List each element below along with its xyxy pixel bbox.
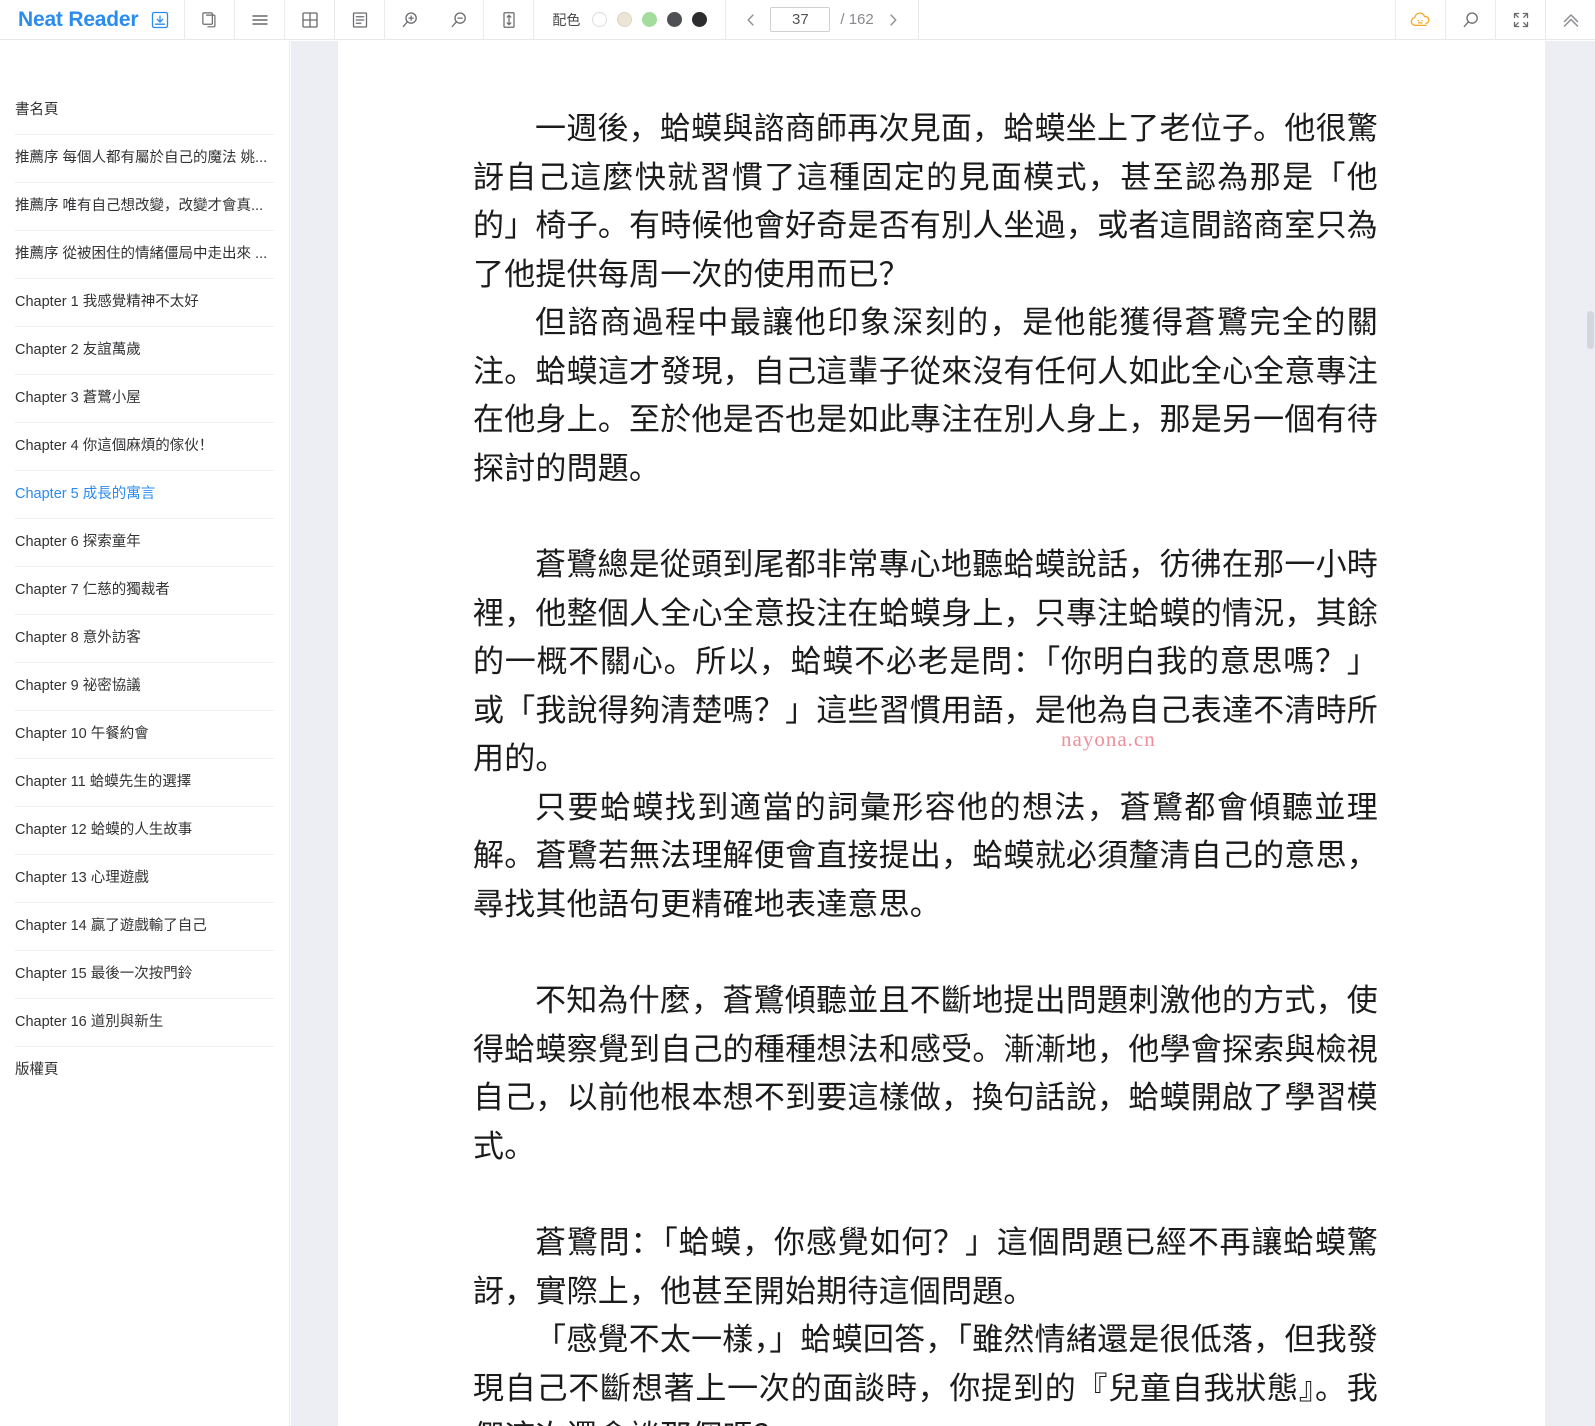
toc-item-0[interactable]: 書名頁 bbox=[15, 87, 274, 135]
app-title: Neat Reader bbox=[18, 7, 139, 31]
zoom-out-icon[interactable] bbox=[434, 0, 483, 40]
paragraph-2: 蒼鷺總是從頭到尾都非常專心地聽蛤蟆說話，彷彿在那一小時裡，他整個人全心全意投注在… bbox=[473, 547, 1378, 776]
search-icon[interactable] bbox=[1446, 0, 1495, 40]
book-page: 一週後，蛤蟆與諮商師再次見面，蛤蟆坐上了老位子。他很驚訝自己這麼快就習慣了這種固… bbox=[338, 41, 1545, 1426]
toc-item-1[interactable]: 推薦序 每個人都有屬於自己的魔法 姚... bbox=[15, 135, 274, 183]
paragraph-list: 一週後，蛤蟆與諮商師再次見面，蛤蟆坐上了老位子。他很驚訝自己這麼快就習慣了這種固… bbox=[473, 105, 1505, 1426]
cloud-sync-icon[interactable] bbox=[1396, 0, 1445, 40]
paragraph-5: 蒼鷺問：「蛤蟆，你感覺如何？」這個問題已經不再讓蛤蟆驚訝，實際上，他甚至開始期待… bbox=[473, 1225, 1378, 1309]
theme-swatch-white[interactable] bbox=[592, 12, 608, 27]
toc-item-15[interactable]: Chapter 12 蛤蟆的人生故事 bbox=[15, 807, 274, 855]
table-of-contents-sidebar[interactable]: 書名頁 推薦序 每個人都有屬於自己的魔法 姚... 推薦序 唯有自己想改變，改變才會… bbox=[0, 41, 290, 1426]
toc-item-2[interactable]: 推薦序 唯有自己想改變，改變才會真... bbox=[15, 183, 274, 231]
color-theme-group: 配色 bbox=[534, 0, 725, 40]
fullscreen-icon[interactable] bbox=[1496, 0, 1545, 40]
next-page-icon[interactable] bbox=[884, 11, 902, 29]
theme-swatch-green[interactable] bbox=[642, 12, 658, 27]
toc-item-7[interactable]: Chapter 4 你這個麻煩的傢伙！ bbox=[15, 423, 274, 471]
save-to-library-icon[interactable] bbox=[150, 10, 170, 30]
copy-icon[interactable] bbox=[185, 0, 234, 40]
scrollbar-thumb[interactable] bbox=[1587, 311, 1594, 349]
toc-item-4[interactable]: Chapter 1 我感覺精神不太好 bbox=[15, 279, 274, 327]
toc-item-17[interactable]: Chapter 14 贏了遊戲輸了自己 bbox=[15, 903, 274, 951]
line-spacing-icon[interactable] bbox=[484, 0, 533, 40]
palette-label: 配色 bbox=[552, 11, 581, 28]
toc-item-20[interactable]: 版權頁 bbox=[15, 1047, 274, 1094]
theme-swatch-sepia[interactable] bbox=[617, 12, 633, 27]
prev-page-icon[interactable] bbox=[742, 11, 760, 29]
toc-list: 書名頁 推薦序 每個人都有屬於自己的魔法 姚... 推薦序 唯有自己想改變，改變才會… bbox=[0, 87, 289, 1094]
toc-item-9[interactable]: Chapter 6 探索童年 bbox=[15, 519, 274, 567]
toc-item-19[interactable]: Chapter 16 道別與新生 bbox=[15, 999, 274, 1047]
toc-item-14[interactable]: Chapter 11 蛤蟆先生的選擇 bbox=[15, 759, 274, 807]
zoom-in-icon[interactable] bbox=[385, 0, 434, 40]
collapse-toolbar-icon[interactable] bbox=[1546, 0, 1595, 40]
grid-view-icon[interactable] bbox=[285, 0, 334, 40]
brand-logo-group[interactable]: Neat Reader bbox=[0, 0, 184, 40]
toc-item-3[interactable]: 推薦序 從被困住的情緒僵局中走出來 ... bbox=[15, 231, 274, 279]
top-toolbar: Neat Reader 配色 37 / 162 bbox=[0, 0, 1595, 40]
toc-item-12[interactable]: Chapter 9 祕密協議 bbox=[15, 663, 274, 711]
paragraph-1: 但諮商過程中最讓他印象深刻的，是他能獲得蒼鷺完全的關注。蛤蟆這才發現，自己這輩子… bbox=[473, 305, 1378, 486]
toc-item-18[interactable]: Chapter 15 最後一次按門鈴 bbox=[15, 951, 274, 999]
theme-swatch-black[interactable] bbox=[692, 12, 708, 27]
toc-item-13[interactable]: Chapter 10 午餐約會 bbox=[15, 711, 274, 759]
toc-item-6[interactable]: Chapter 3 蒼鷺小屋 bbox=[15, 375, 274, 423]
vertical-scrollbar[interactable] bbox=[1586, 41, 1595, 1426]
toc-item-10[interactable]: Chapter 7 仁慈的獨裁者 bbox=[15, 567, 274, 615]
page-navigator: / 162 bbox=[726, 0, 917, 40]
neat-reader-app: Neat Reader 配色 37 / 162 書名頁 推薦序 每個人都有屬於自… bbox=[0, 0, 1595, 1426]
text-layout-icon[interactable] bbox=[335, 0, 384, 40]
paragraph-3: 只要蛤蟆找到適當的詞彙形容他的想法，蒼鷺都會傾聽並理解。蒼鷺若無法理解便會直接提… bbox=[473, 789, 1378, 922]
page-number-input[interactable] bbox=[770, 7, 831, 32]
theme-swatch-gray[interactable] bbox=[667, 12, 683, 27]
toc-item-8[interactable]: Chapter 5 成長的寓言 bbox=[15, 471, 274, 519]
toc-item-5[interactable]: Chapter 2 友誼萬歲 bbox=[15, 327, 274, 375]
paragraph-0: 一週後，蛤蟆與諮商師再次見面，蛤蟆坐上了老位子。他很驚訝自己這麼快就習慣了這種固… bbox=[473, 111, 1378, 292]
book-page-text-column: 一週後，蛤蟆與諮商師再次見面，蛤蟆坐上了老位子。他很驚訝自己這麼快就習慣了這種固… bbox=[338, 41, 1545, 1426]
list-view-icon[interactable] bbox=[235, 0, 284, 40]
page-total-label: / 162 bbox=[840, 11, 874, 28]
toc-item-16[interactable]: Chapter 13 心理遊戲 bbox=[15, 855, 274, 903]
paragraph-6: 「感覺不太一樣，」蛤蟆回答，「雖然情緒還是很低落，但我發現自己不斷想著上一次的面… bbox=[473, 1322, 1378, 1426]
toc-item-11[interactable]: Chapter 8 意外訪客 bbox=[15, 615, 274, 663]
paragraph-4: 不知為什麼，蒼鷺傾聽並且不斷地提出問題刺激他的方式，使得蛤蟆察覺到自己的種種想法… bbox=[473, 983, 1378, 1164]
